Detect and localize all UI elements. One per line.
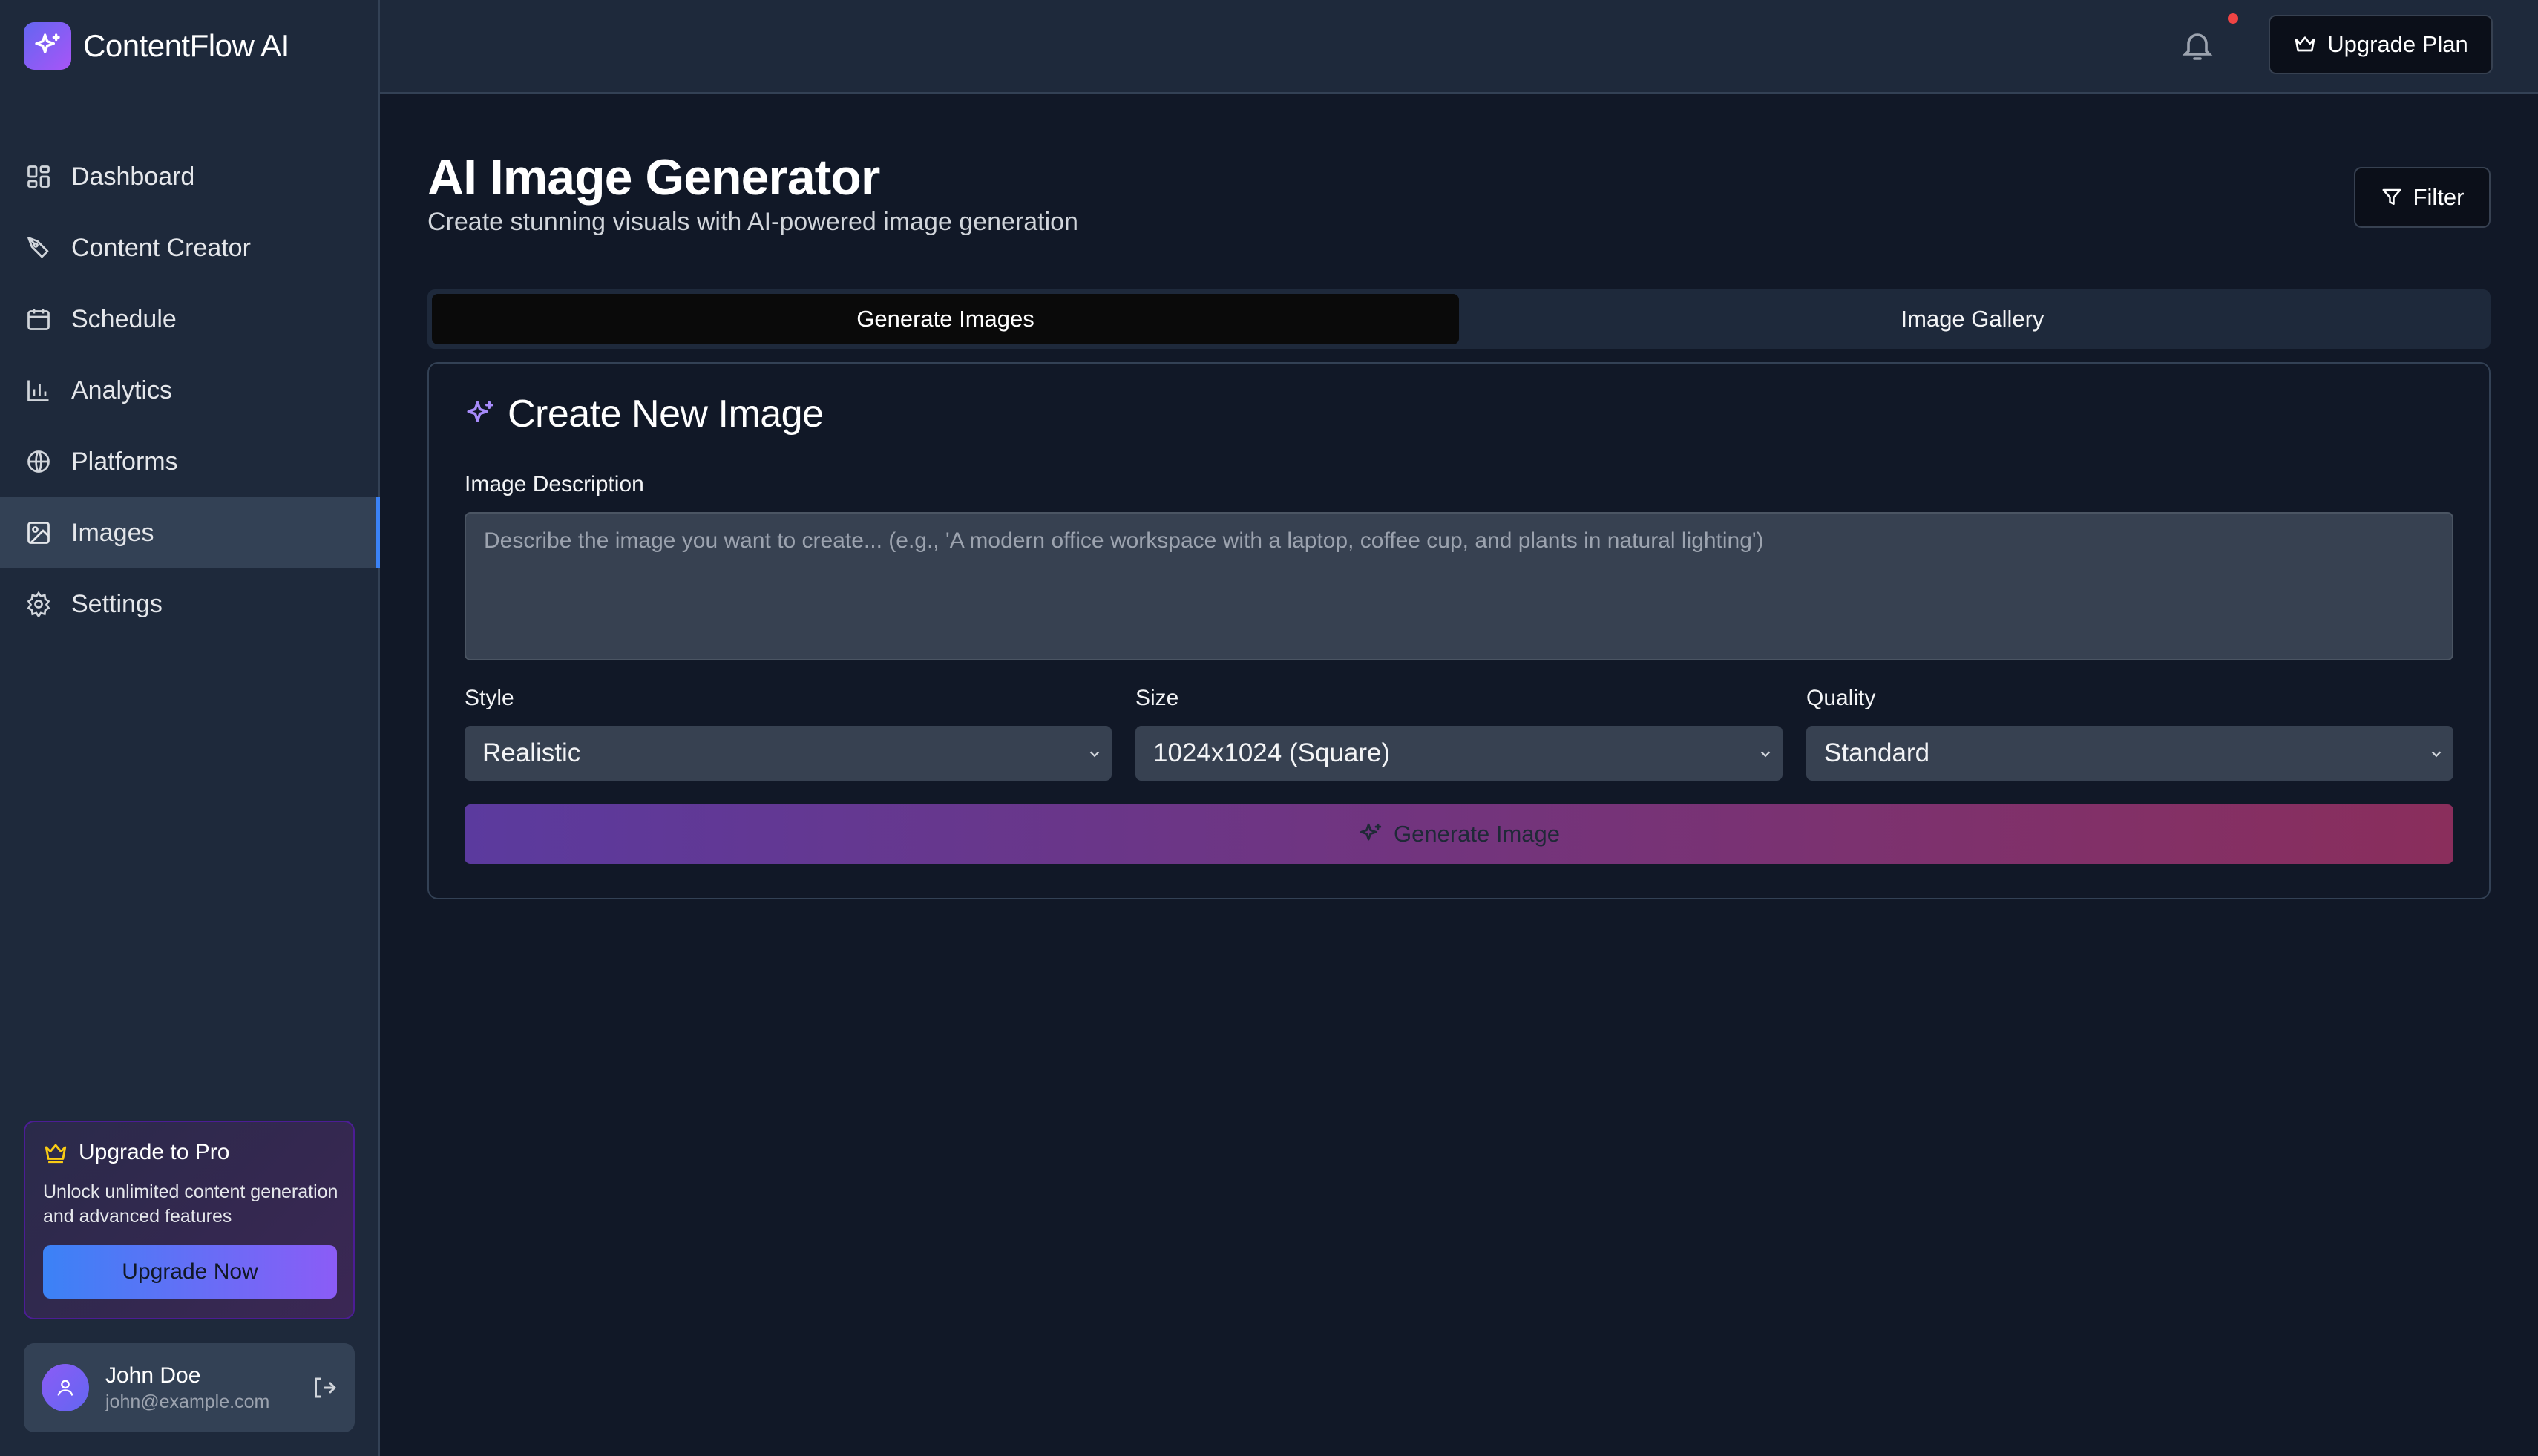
avatar: [42, 1364, 89, 1411]
sidebar-item-content-creator[interactable]: Content Creator: [0, 212, 378, 283]
style-select[interactable]: Realistic: [465, 726, 1112, 781]
size-label: Size: [1135, 686, 1179, 710]
filter-button[interactable]: Filter: [2354, 167, 2491, 228]
sidebar-item-images[interactable]: Images: [0, 497, 380, 568]
sidebar-item-settings[interactable]: Settings: [0, 568, 378, 640]
sparkles-icon: [467, 401, 494, 422]
sidebar-item-label: Platforms: [71, 447, 178, 476]
top-bar: Upgrade Plan: [380, 0, 2538, 94]
sidebar: ContentFlow AI Dashboard Content Creator…: [0, 0, 380, 1456]
chevron-down-icon: [1089, 751, 1100, 758]
style-value: Realistic: [482, 738, 581, 767]
tabs: Generate Images Image Gallery: [427, 289, 2491, 349]
user-icon: [57, 1380, 73, 1396]
sidebar-item-label: Dashboard: [71, 162, 195, 191]
gear-icon: [24, 589, 53, 619]
style-label: Style: [465, 686, 514, 710]
card-title-text: Create New Image: [508, 393, 824, 436]
description-textarea[interactable]: Describe the image you want to create...…: [465, 512, 2453, 660]
sidebar-item-dashboard[interactable]: Dashboard: [0, 141, 378, 212]
generate-image-button[interactable]: Generate Image: [465, 804, 2453, 864]
sidebar-item-label: Schedule: [71, 304, 177, 333]
generate-image-label: Generate Image: [1393, 821, 1561, 847]
pen-icon: [24, 233, 53, 263]
description-placeholder: Describe the image you want to create...…: [484, 528, 1764, 553]
crown-icon: [45, 1144, 67, 1164]
upgrade-plan-label: Upgrade Plan: [2327, 31, 2468, 57]
upgrade-card-title: Upgrade to Pro: [43, 1140, 335, 1165]
bar-chart-icon: [24, 376, 53, 405]
logout-icon[interactable]: [310, 1374, 337, 1401]
sidebar-item-analytics[interactable]: Analytics: [0, 355, 378, 426]
sparkles-icon: [1360, 823, 1382, 841]
sidebar-item-label: Content Creator: [71, 233, 251, 262]
quality-select[interactable]: Standard: [1806, 726, 2453, 781]
bell-icon[interactable]: [2180, 27, 2215, 63]
upgrade-plan-button[interactable]: Upgrade Plan: [2269, 15, 2493, 74]
calendar-icon: [24, 304, 53, 334]
app-name: ContentFlow AI: [83, 28, 289, 63]
brand[interactable]: ContentFlow AI: [24, 22, 289, 70]
user-name: John Doe: [105, 1362, 201, 1388]
tab-image-gallery[interactable]: Image Gallery: [1459, 294, 2486, 344]
sidebar-item-label: Settings: [71, 589, 163, 618]
quality-label: Quality: [1806, 686, 1876, 710]
upgrade-now-button[interactable]: Upgrade Now: [43, 1245, 337, 1299]
user-card[interactable]: John Doe john@example.com: [24, 1343, 355, 1432]
crown-icon: [2295, 36, 2315, 52]
size-select[interactable]: 1024x1024 (Square): [1135, 726, 1783, 781]
tab-generate-images[interactable]: Generate Images: [432, 294, 1459, 344]
image-icon: [24, 518, 53, 548]
filter-icon: [2382, 188, 2401, 205]
sidebar-nav: Dashboard Content Creator Schedule Analy…: [0, 141, 380, 640]
upgrade-card-title-text: Upgrade to Pro: [79, 1140, 230, 1164]
chevron-down-icon: [1760, 751, 1771, 758]
sidebar-item-schedule[interactable]: Schedule: [0, 283, 378, 355]
user-info: John Doe john@example.com: [105, 1363, 310, 1413]
sparkles-icon: [24, 22, 71, 70]
create-image-card: Create New Image Image Description Descr…: [427, 362, 2491, 899]
upgrade-card-description: Unlock unlimited content generation and …: [43, 1181, 338, 1227]
card-title: Create New Image: [465, 392, 824, 436]
quality-value: Standard: [1824, 738, 1930, 767]
sidebar-item-label: Images: [71, 518, 154, 547]
filter-label: Filter: [2413, 184, 2465, 210]
sidebar-item-platforms[interactable]: Platforms: [0, 426, 378, 497]
description-label: Image Description: [465, 472, 644, 496]
page-title: AI Image Generator: [427, 149, 880, 206]
dashboard-icon: [24, 162, 53, 191]
chevron-down-icon: [2431, 751, 2442, 758]
sidebar-item-label: Analytics: [71, 376, 173, 404]
page-subtitle: Create stunning visuals with AI-powered …: [427, 208, 1078, 236]
size-value: 1024x1024 (Square): [1153, 738, 1391, 767]
user-email: john@example.com: [105, 1391, 270, 1412]
upgrade-card: Upgrade to Pro Unlock unlimited content …: [24, 1121, 355, 1319]
notification-dot: [2228, 13, 2238, 24]
globe-icon: [24, 447, 53, 476]
